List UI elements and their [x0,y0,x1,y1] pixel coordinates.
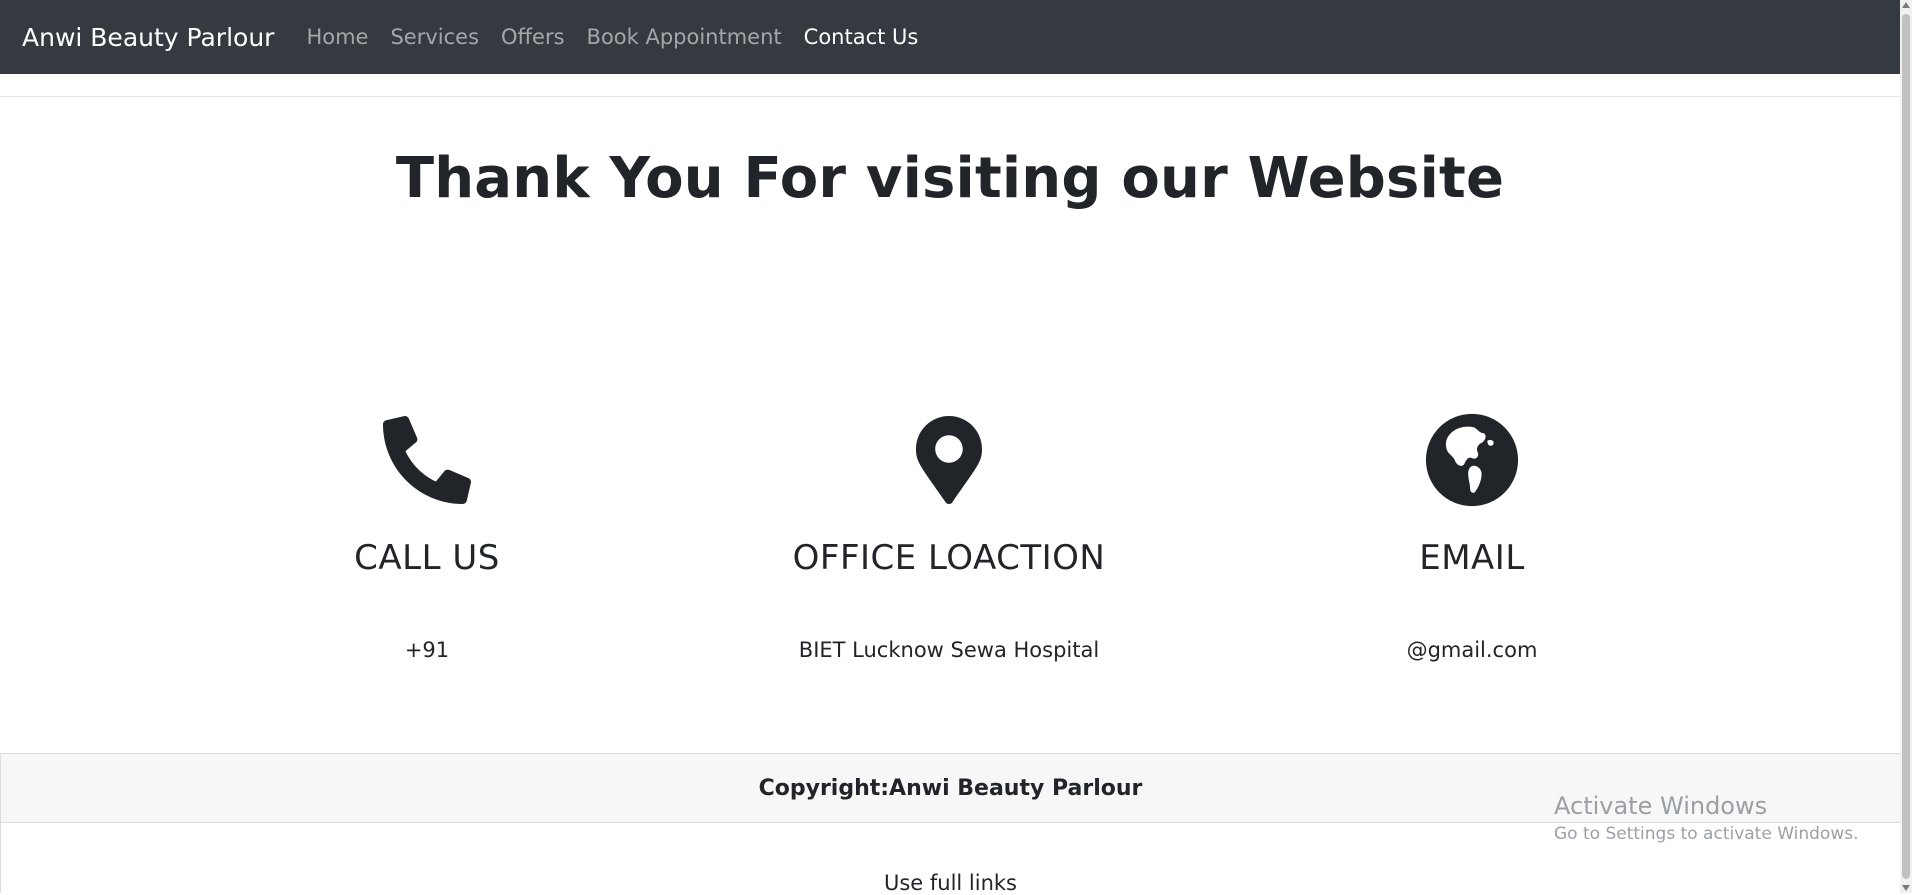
contact-title-call: CALL US [354,538,500,578]
location-pin-icon [749,410,1149,510]
page-title: Thank You For visiting our Website [395,146,1505,211]
useful-links-heading: Use full links [883,871,1018,895]
brand-logo[interactable]: Anwi Beauty Parlour [22,23,274,52]
activate-windows-watermark: Activate Windows Go to Settings to activ… [1554,792,1859,844]
vertical-scrollbar[interactable] [1900,0,1912,893]
nav-link-contact-us[interactable]: Contact Us [804,25,919,49]
nav-link-offers[interactable]: Offers [501,25,565,49]
section-divider [0,96,1900,97]
contact-value-email: @gmail.com [1406,638,1538,662]
copyright-text: Copyright:Anwi Beauty Parlour [758,775,1143,801]
activate-windows-title: Activate Windows [1554,792,1768,820]
nav-link-home[interactable]: Home [306,25,368,49]
activate-windows-subtitle: Go to Settings to activate Windows. [1554,824,1859,844]
contact-title-email: EMAIL [1419,538,1525,578]
scroll-down-arrow-icon[interactable] [1902,885,1910,891]
contact-card-email: EMAIL @gmail.com [1272,410,1672,662]
contact-title-office: OFFICE LOACTION [792,538,1106,578]
contact-value-phone: +91 [404,638,450,662]
contact-card-call: CALL US +91 [227,410,627,662]
contact-card-office: OFFICE LOACTION BIET Lucknow Sewa Hospit… [749,410,1149,662]
scroll-up-arrow-icon[interactable] [1902,2,1910,8]
phone-icon [227,410,627,510]
navbar: Anwi Beauty Parlour Home Services Offers… [0,0,1900,74]
globe-icon [1272,410,1672,510]
nav-link-book-appointment[interactable]: Book Appointment [587,25,782,49]
nav-link-services[interactable]: Services [390,25,479,49]
scrollbar-thumb[interactable] [1902,14,1910,879]
contact-value-address: BIET Lucknow Sewa Hospital [798,638,1100,662]
